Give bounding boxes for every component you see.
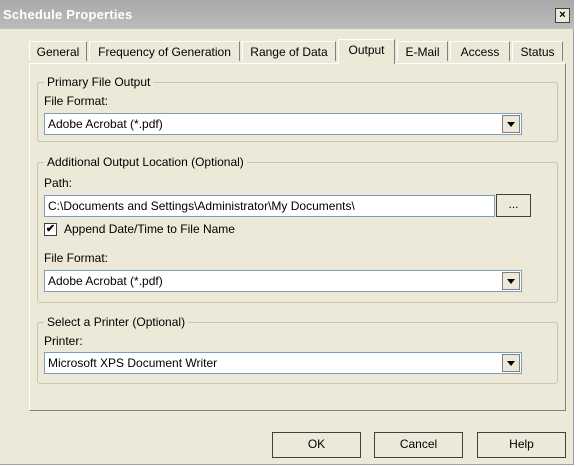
path-label: Path: (44, 176, 73, 190)
select-printer-group: Select a Printer (Optional) Printer: Mic… (37, 315, 558, 384)
tab-range-of-data[interactable]: Range of Data (242, 41, 336, 61)
window-title: Schedule Properties (3, 7, 133, 22)
additional-file-format-select[interactable]: Adobe Acrobat (*.pdf) (44, 270, 522, 292)
close-icon: × (559, 9, 566, 21)
cancel-button[interactable]: Cancel (374, 432, 463, 458)
primary-file-output-group: Primary File Output File Format: Adobe A… (37, 75, 558, 142)
append-datetime-checkbox[interactable]: ✔ (44, 223, 57, 236)
tab-access[interactable]: Access (450, 41, 510, 61)
help-button[interactable]: Help (477, 432, 566, 458)
printer-value: Microsoft XPS Document Writer (48, 356, 218, 370)
append-datetime-label[interactable]: Append Date/Time to File Name (64, 222, 235, 236)
dropdown-arrow-icon[interactable] (502, 115, 520, 133)
title-bar[interactable]: Schedule Properties × (0, 0, 574, 29)
tab-output[interactable]: Output (338, 39, 395, 64)
additional-file-format-label: File Format: (44, 251, 109, 265)
primary-file-format-value: Adobe Acrobat (*.pdf) (48, 117, 163, 131)
additional-output-location-group: Additional Output Location (Optional) Pa… (37, 155, 558, 303)
tab-general[interactable]: General (29, 41, 87, 61)
printer-label: Printer: (44, 334, 83, 348)
tab-email[interactable]: E-Mail (397, 41, 448, 61)
close-button[interactable]: × (555, 8, 570, 23)
dropdown-arrow-icon[interactable] (502, 272, 520, 290)
printer-select[interactable]: Microsoft XPS Document Writer (44, 352, 522, 374)
additional-group-legend: Additional Output Location (Optional) (44, 155, 247, 169)
check-mark-icon: ✔ (45, 223, 56, 235)
path-input[interactable]: C:\Documents and Settings\Administrator\… (44, 195, 495, 217)
output-tab-panel: Primary File Output File Format: Adobe A… (29, 63, 566, 411)
additional-file-format-value: Adobe Acrobat (*.pdf) (48, 274, 163, 288)
ok-button[interactable]: OK (272, 432, 361, 458)
dropdown-arrow-icon[interactable] (502, 354, 520, 372)
tab-frequency-of-generation[interactable]: Frequency of Generation (89, 41, 240, 61)
printer-group-legend: Select a Printer (Optional) (44, 315, 189, 329)
path-value: C:\Documents and Settings\Administrator\… (48, 199, 355, 213)
schedule-properties-dialog: Schedule Properties × General Frequency … (0, 0, 574, 465)
tab-status[interactable]: Status (512, 41, 563, 61)
primary-group-legend: Primary File Output (44, 75, 154, 89)
browse-button[interactable]: ... (496, 194, 531, 217)
primary-file-format-select[interactable]: Adobe Acrobat (*.pdf) (44, 113, 522, 135)
primary-file-format-label: File Format: (44, 94, 109, 108)
